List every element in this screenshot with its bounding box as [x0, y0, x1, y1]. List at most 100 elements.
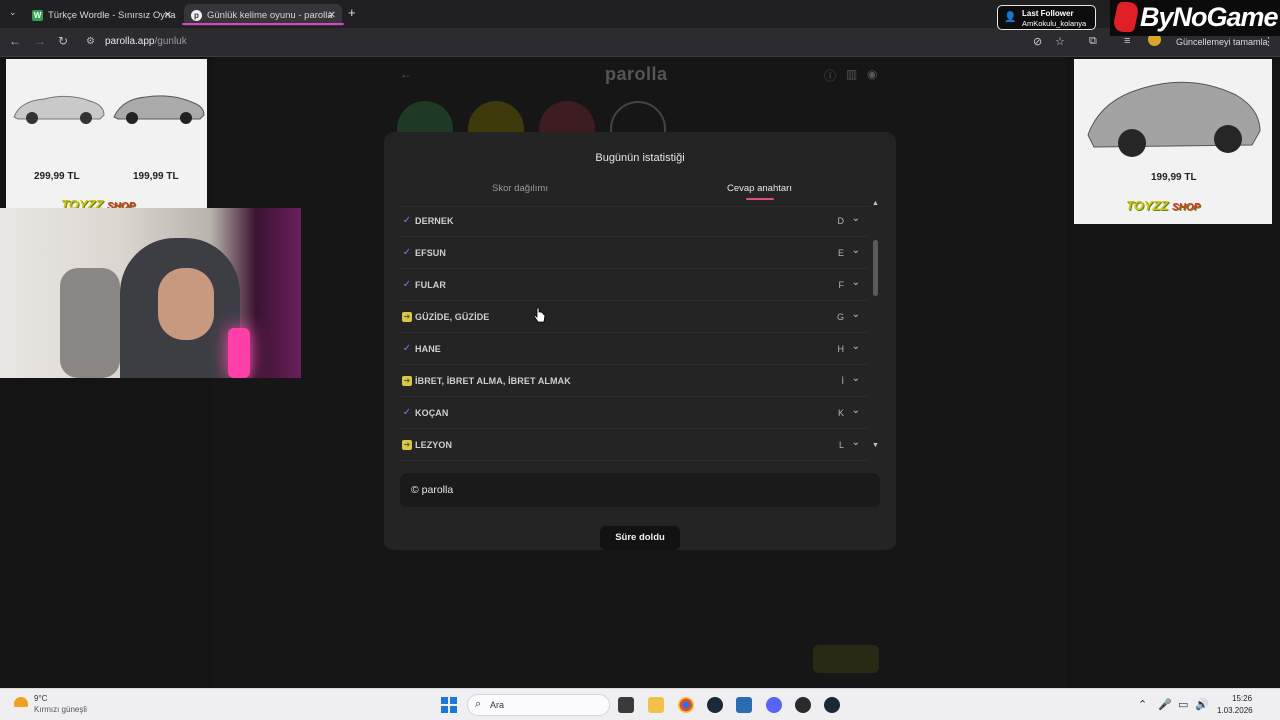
info-icon[interactable]: ⓘ	[824, 67, 836, 84]
user-icon: 👤	[1004, 12, 1017, 23]
back-arrow-icon[interactable]: ←	[9, 34, 21, 48]
chevron-down-icon[interactable]: ⌄	[852, 245, 860, 256]
weather-description[interactable]: Kırmızı güneşli	[34, 705, 87, 714]
windows-start-icon[interactable]	[441, 697, 457, 713]
answer-word: KOÇAN	[415, 408, 449, 418]
file-explorer-icon[interactable]	[648, 697, 664, 713]
answer-word: FULAR	[415, 280, 446, 290]
answer-letter: H	[837, 344, 845, 354]
profile-icon[interactable]: ◉	[867, 67, 877, 81]
site-info-icon[interactable]: ⚙	[86, 36, 95, 47]
clock-date[interactable]: 1.03.2026	[1217, 706, 1253, 715]
tab-list-chevron-icon[interactable]: ⌄	[9, 7, 17, 18]
taskbar-search[interactable]: ⌕ Ara	[467, 694, 610, 716]
network-icon[interactable]: ▭	[1178, 698, 1188, 711]
check-icon: ✓	[402, 343, 412, 354]
update-button-label[interactable]: Güncellemeyi tamamla	[1176, 37, 1268, 47]
task-view-icon[interactable]	[618, 697, 634, 713]
submit-button-background	[813, 645, 879, 673]
answer-word: DERNEK	[415, 216, 454, 226]
obs-icon[interactable]	[795, 697, 811, 713]
browser-tab-wordle[interactable]: W Türkçe Wordle - Sınırsız Oyna ✕	[28, 4, 178, 26]
modal-title: Bugünün istatistiği	[595, 152, 685, 164]
close-tab-icon[interactable]: ✕	[328, 10, 336, 21]
webcam-overlay	[0, 208, 301, 378]
forward-arrow-icon[interactable]: →	[34, 34, 46, 48]
steam-icon[interactable]	[824, 697, 840, 713]
ad-banner-right[interactable]: 199,99 TL TOYZZ SHOP	[1074, 59, 1272, 224]
follower-title: Last Follower	[1022, 9, 1074, 18]
store-suffix: SHOP	[1172, 202, 1201, 213]
pass-arrow-icon: ➜	[402, 440, 412, 450]
check-icon: ✓	[402, 407, 412, 418]
daily-stats-modal: Bugünün istatistiği Skor dağılımı Cevap …	[384, 132, 896, 550]
wordle-favicon-icon: W	[32, 9, 43, 21]
answer-letter: F	[838, 280, 845, 290]
chevron-down-icon[interactable]: ⌄	[852, 309, 860, 320]
answer-letter: D	[837, 216, 845, 226]
check-icon: ✓	[402, 247, 412, 258]
reload-icon[interactable]: ↻	[58, 34, 68, 48]
tab-answer-key[interactable]: Cevap anahtarı	[727, 183, 792, 194]
scroll-down-arrow-icon[interactable]: ▼	[872, 442, 879, 449]
stats-icon[interactable]: ▥	[846, 67, 857, 81]
eye-off-icon[interactable]: ⊘	[1033, 35, 1042, 48]
answer-word: GÜZİDE, GÜZİDE	[415, 312, 490, 322]
answer-row[interactable]: ✓ EFSUN E ⌄	[400, 237, 868, 269]
extensions-puzzle-icon[interactable]: ⧉	[1089, 35, 1097, 48]
chevron-down-icon[interactable]: ⌄	[852, 373, 860, 384]
microphone-icon[interactable]: 🎤	[1158, 698, 1172, 711]
url-field[interactable]: parolla.app/gunluk	[105, 36, 187, 47]
menu-kebab-icon[interactable]: ⋮	[1263, 35, 1274, 48]
answer-word: EFSUN	[415, 248, 447, 258]
tab-score-distribution[interactable]: Skor dağılımı	[492, 183, 548, 194]
answer-key-list: ✓ DERNEK D ⌄ ✓ EFSUN E ⌄ ✓ FULAR F ⌄ ➜ GÜZİDE, GÜZ…	[400, 205, 868, 461]
answer-word: HANE	[415, 344, 441, 354]
check-icon: ✓	[402, 279, 412, 290]
answer-row[interactable]: ➜ LEZYON L ⌄	[400, 429, 868, 461]
clock-time[interactable]: 15:26	[1232, 694, 1252, 703]
answer-input-background	[397, 645, 797, 673]
answer-row[interactable]: ➜ GÜZİDE, GÜZİDE G ⌄	[400, 301, 868, 333]
car-image	[13, 95, 105, 124]
mouse-cursor-icon	[534, 307, 546, 323]
new-tab-plus-icon[interactable]: +	[348, 5, 356, 20]
chevron-down-icon[interactable]: ⌄	[852, 405, 860, 416]
active-tab-indicator	[182, 23, 344, 25]
time-up-button[interactable]: Süre doldu	[600, 526, 680, 550]
chevron-down-icon[interactable]: ⌄	[852, 341, 860, 352]
pass-arrow-icon: ➜	[402, 312, 412, 322]
scrollbar-thumb[interactable]	[873, 240, 878, 296]
answer-letter: L	[838, 440, 844, 450]
chevron-down-icon[interactable]: ⌄	[852, 277, 860, 288]
weather-sun-icon[interactable]	[14, 697, 28, 707]
answer-row[interactable]: ✓ FULAR F ⌄	[400, 269, 868, 301]
answer-row[interactable]: ✓ KOÇAN K ⌄	[400, 397, 868, 429]
chevron-down-icon[interactable]: ⌄	[852, 437, 860, 448]
answer-letter: E	[837, 248, 844, 258]
chevron-down-icon[interactable]: ⌄	[852, 213, 860, 224]
tab-title: Türkçe Wordle - Sınırsız Oyna	[48, 9, 176, 21]
tray-chevron-up-icon[interactable]: ⌃	[1138, 698, 1147, 711]
scroll-up-arrow-icon[interactable]: ▲	[872, 200, 879, 207]
answer-row[interactable]: ✓ HANE H ⌄	[400, 333, 868, 365]
copyright-box: © parolla	[400, 473, 880, 507]
answer-row[interactable]: ➜ İBRET, İBRET ALMA, İBRET ALMAK İ ⌄	[400, 365, 868, 397]
close-tab-icon[interactable]: ✕	[164, 10, 172, 21]
discord-icon[interactable]	[766, 697, 782, 713]
bookmark-star-icon[interactable]: ☆	[1055, 35, 1065, 48]
page-title: parolla	[605, 64, 668, 84]
page-back-arrow-icon[interactable]: ←	[400, 67, 412, 81]
steam-icon[interactable]	[707, 697, 723, 713]
answer-row[interactable]: ✓ DERNEK D ⌄	[400, 205, 868, 237]
weather-temp[interactable]: 9°C	[34, 694, 47, 703]
pass-arrow-icon: ➜	[402, 376, 412, 386]
reading-list-icon[interactable]: ≡	[1124, 35, 1130, 47]
ad-banner-left[interactable]: 299,99 TL 199,99 TL TOYZZ SHOP	[6, 59, 207, 212]
parolla-favicon-icon: p	[191, 9, 202, 21]
chrome-icon[interactable]	[678, 697, 694, 713]
brand-logo: ByNoGame	[1110, 0, 1280, 36]
store-app-icon[interactable]	[736, 697, 752, 713]
face-shape	[158, 268, 214, 340]
volume-icon[interactable]: 🔊	[1195, 698, 1209, 711]
